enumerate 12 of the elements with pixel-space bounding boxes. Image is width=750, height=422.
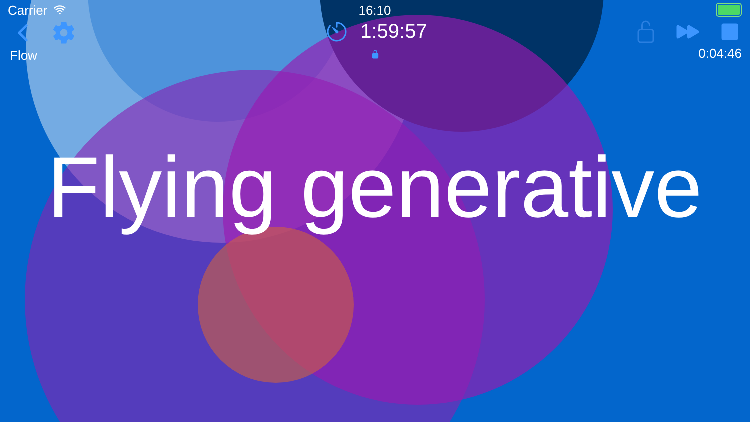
timer-icon — [324, 20, 349, 44]
remaining-time: 0:04:46 — [698, 46, 742, 61]
settings-button[interactable] — [52, 21, 76, 45]
title-text: Flying generative — [46, 139, 704, 238]
lock-icon — [371, 50, 380, 59]
timer-value: 1:59:57 — [360, 20, 428, 44]
battery-icon — [716, 3, 742, 17]
clock-time: 16:10 — [358, 2, 392, 18]
back-label: Flow — [10, 48, 38, 63]
settings-icon — [52, 21, 76, 45]
wifi-icon — [52, 3, 67, 17]
carrier-label: Carrier — [8, 2, 48, 18]
